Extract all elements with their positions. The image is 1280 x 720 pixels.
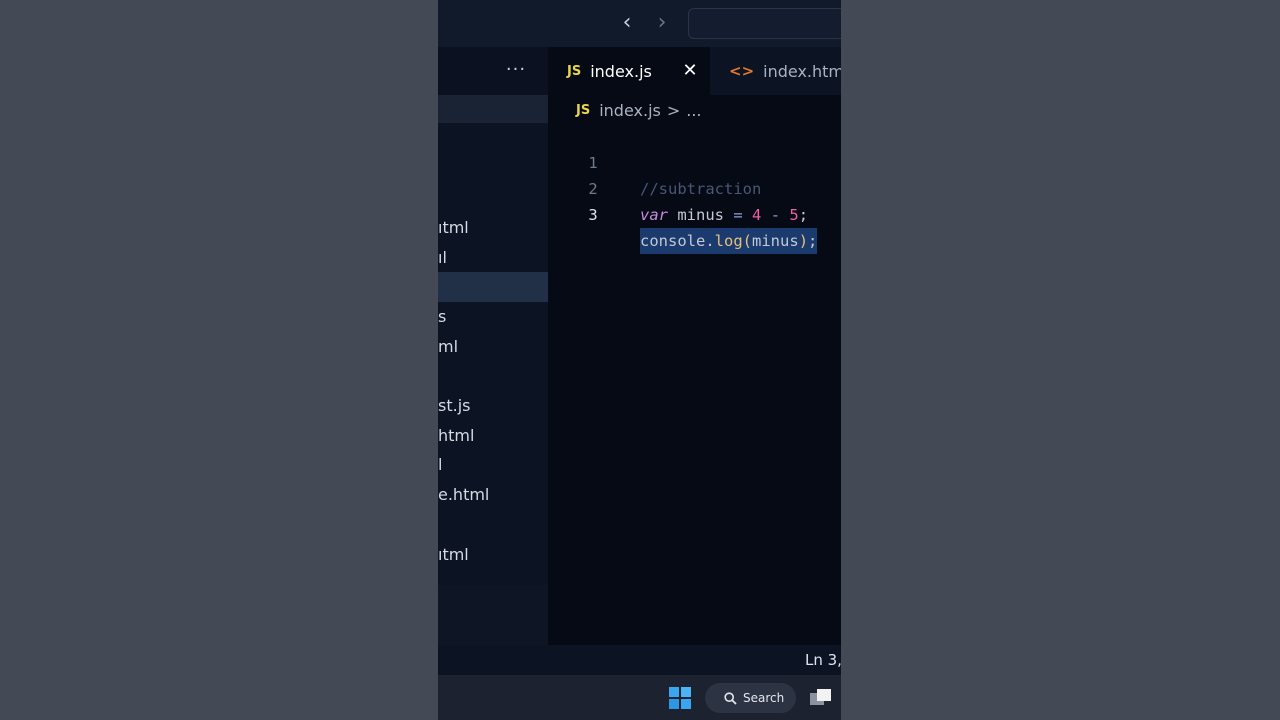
breadcrumb: JS index.js > ... [576, 99, 702, 121]
breadcrumb-more[interactable]: ... [686, 101, 701, 120]
function-token: log [714, 232, 743, 250]
explorer-sidebar: ··· ıtml ıl s ml st.js html l e.html ıtml [438, 47, 548, 585]
code-line-current[interactable]: 3 console.log(minus); [548, 176, 841, 254]
forward-button[interactable]: › [650, 10, 674, 36]
file-tree-item[interactable] [438, 272, 548, 302]
background-right [841, 0, 1280, 720]
keyword-token: var [640, 206, 668, 224]
title-bar: ‹ › [438, 0, 841, 47]
taskbar-search-label: Search [743, 691, 785, 705]
identifier-token: minus [677, 206, 725, 224]
punctuation-token: ; [808, 232, 818, 250]
search-icon [724, 691, 737, 705]
windows-start-icon[interactable] [669, 687, 691, 709]
file-tree-item[interactable]: html [438, 421, 548, 451]
background-left [0, 0, 438, 720]
code-line[interactable]: 1 //subtraction [548, 124, 841, 198]
paren-token: ( [742, 232, 753, 250]
operator-token: = [733, 206, 743, 224]
cursor-position[interactable]: Ln 3, [805, 649, 841, 671]
command-center-search[interactable] [688, 8, 841, 39]
code-editor[interactable]: JS index.js > ... 1 //subtraction 2 var … [548, 95, 841, 645]
tab-bar: JS index.js ✕ <> index.html [548, 47, 841, 95]
file-tree-item[interactable]: s [438, 302, 548, 332]
breadcrumb-file[interactable]: index.js [599, 101, 661, 120]
js-file-icon: JS [567, 63, 582, 79]
status-bar: Ln 3, [548, 645, 841, 675]
chevron-right-icon: > [666, 100, 681, 120]
taskbar-search[interactable]: Search [705, 683, 796, 713]
tab-index-js[interactable]: JS index.js ✕ [548, 47, 710, 95]
number-token: 5 [789, 206, 799, 224]
file-tree-item[interactable]: st.js [438, 391, 548, 421]
sidebar-section-header[interactable] [438, 95, 548, 123]
sidebar-header: ··· [438, 47, 548, 95]
tab-index-html[interactable]: <> index.html [710, 47, 841, 95]
code-line[interactable]: 2 var minus = 4 - 5; [548, 150, 841, 224]
status-bar-left [438, 645, 548, 675]
operator-token: - [770, 206, 781, 224]
code-content: var minus = 4 - 5; [640, 202, 808, 228]
task-view-icon[interactable] [809, 687, 833, 709]
back-button[interactable]: ‹ [615, 10, 639, 36]
number-token: 4 [752, 206, 762, 224]
argument-token: minus [752, 232, 799, 250]
html-file-icon: <> [729, 62, 755, 80]
object-token: console [640, 232, 706, 250]
file-tree-item[interactable]: ıtml [438, 213, 548, 243]
windows-taskbar: Search [438, 675, 841, 720]
tab-label: index.js [590, 61, 652, 81]
file-tree-item[interactable]: ml [438, 332, 548, 362]
file-tree-item[interactable]: ıtml [438, 540, 548, 570]
file-tree-item[interactable]: ıl [438, 243, 548, 273]
file-tree-item[interactable]: e.html [438, 480, 548, 510]
close-icon[interactable]: ✕ [679, 59, 701, 83]
file-tree-item[interactable]: l [438, 450, 548, 480]
punctuation-token: ; [798, 206, 809, 224]
paren-token: ) [798, 232, 809, 250]
line-number: 3 [588, 206, 598, 224]
tab-label: index.html [763, 61, 841, 81]
more-actions-icon[interactable]: ··· [504, 57, 528, 83]
js-file-icon: JS [576, 102, 591, 118]
punctuation-token: . [705, 232, 715, 250]
selected-code: console.log(minus); [640, 228, 818, 254]
vscode-window: ‹ › ··· ıtml ıl s ml st.js html l e.html ıtml JS… [438, 0, 841, 720]
